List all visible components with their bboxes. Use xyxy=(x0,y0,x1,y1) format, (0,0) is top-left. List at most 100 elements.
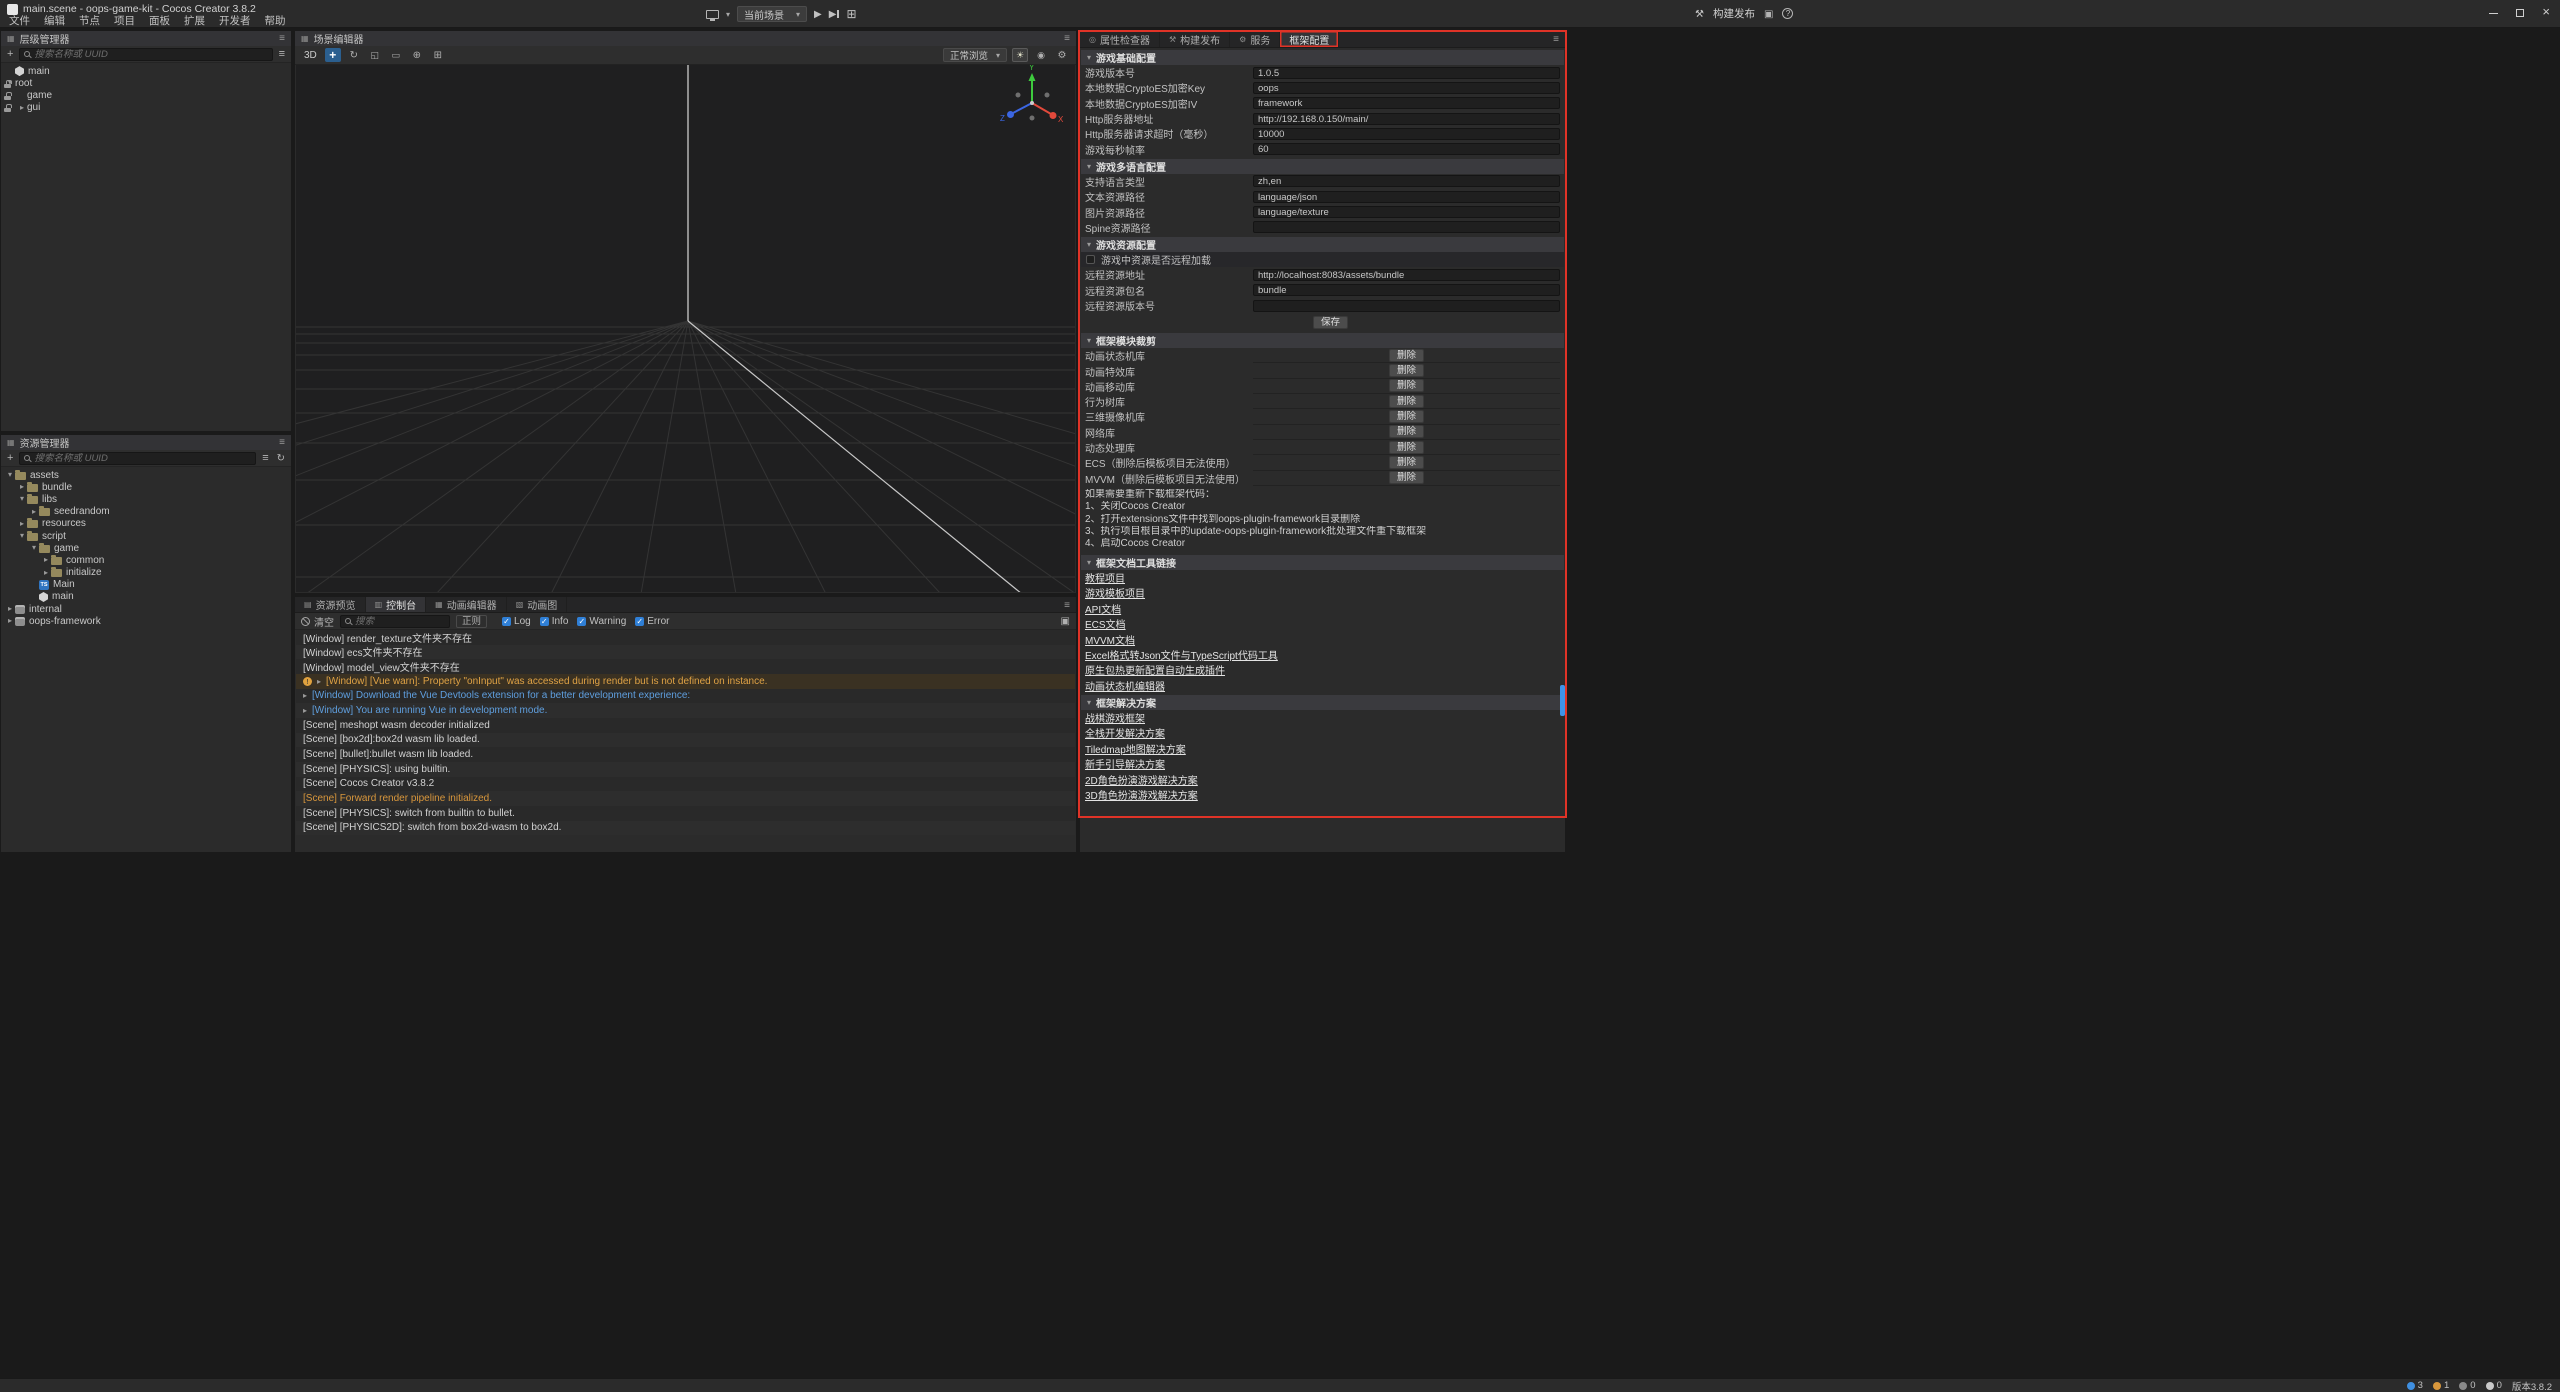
asset-node[interactable]: internal xyxy=(1,603,291,615)
save-button[interactable]: 保存 xyxy=(1313,316,1348,329)
log-row[interactable]: [Scene] Forward render pipeline initiali… xyxy=(296,791,1075,806)
checkbox-checked-icon[interactable] xyxy=(540,617,549,626)
chevron-down-icon[interactable]: ▾ xyxy=(726,10,730,19)
property-input[interactable]: zh,en xyxy=(1253,175,1560,187)
section-header-solutions[interactable]: 框架解决方案 xyxy=(1081,695,1564,710)
menu-item[interactable]: 文件 xyxy=(2,14,37,28)
lock-icon[interactable] xyxy=(4,92,11,100)
section-header-docs[interactable]: 框架文档工具链接 xyxy=(1081,555,1564,570)
log-filter[interactable]: Error xyxy=(635,616,669,627)
expand-arrow-icon[interactable] xyxy=(17,483,27,491)
inspector-tab[interactable]: ⚒ 构建发布 xyxy=(1160,31,1230,47)
close-button[interactable] xyxy=(2542,7,2550,19)
refresh-icon[interactable] xyxy=(275,453,287,464)
section-header-basic[interactable]: 游戏基础配置 xyxy=(1081,50,1564,65)
expand-arrow-icon[interactable] xyxy=(29,508,39,516)
log-row[interactable]: [Window] ecs文件夹不存在 xyxy=(296,645,1075,660)
log-row[interactable]: [Scene] [box2d]:box2d wasm lib loaded. xyxy=(296,733,1075,748)
delete-module-button[interactable]: 删除 xyxy=(1389,441,1424,454)
doc-link[interactable]: API文档 xyxy=(1085,601,1121,616)
doc-link[interactable]: MVVM文档 xyxy=(1085,632,1135,647)
section-header-resource[interactable]: 游戏资源配置 xyxy=(1081,237,1564,252)
property-input[interactable]: language/texture xyxy=(1253,206,1560,218)
doc-link[interactable]: 教程项目 xyxy=(1085,570,1125,585)
log-row[interactable]: [Window] Download the Vue Devtools exten… xyxy=(296,689,1075,704)
inspector-scrollbar[interactable] xyxy=(1560,685,1565,716)
log-expand-arrow-icon[interactable] xyxy=(317,677,321,686)
clear-console-button[interactable]: 清空 xyxy=(301,614,334,629)
menu-item[interactable]: 面板 xyxy=(142,14,177,28)
property-input[interactable]: http://192.168.0.150/main/ xyxy=(1253,113,1560,125)
log-row[interactable]: [Window] render_texture文件夹不存在 xyxy=(296,630,1075,645)
menu-item[interactable]: 编辑 xyxy=(37,14,72,28)
inspector-tab[interactable]: 框架配置 xyxy=(1280,31,1339,47)
lock-icon[interactable] xyxy=(4,104,11,112)
hierarchy-node[interactable]: game xyxy=(1,89,291,101)
log-row[interactable]: [Scene] meshopt wasm decoder initialized xyxy=(296,718,1075,733)
asset-node[interactable]: libs xyxy=(1,493,291,505)
scene-selector[interactable]: 当前场景 ▾ xyxy=(737,6,807,22)
property-input[interactable]: oops xyxy=(1253,82,1560,94)
menu-item[interactable]: 项目 xyxy=(107,14,142,28)
log-row[interactable]: [Scene] Cocos Creator v3.8.2 xyxy=(296,777,1075,792)
scale-tool-icon[interactable] xyxy=(367,48,383,62)
property-input[interactable]: 60 xyxy=(1253,143,1560,155)
scene-viewport[interactable]: Y X Z xyxy=(296,65,1075,592)
log-expand-arrow-icon[interactable] xyxy=(303,706,307,715)
console-options-icon[interactable] xyxy=(1061,615,1070,627)
delete-module-button[interactable]: 删除 xyxy=(1389,364,1424,377)
maximize-button[interactable] xyxy=(2516,9,2524,17)
panel-menu-icon[interactable] xyxy=(1064,33,1070,44)
message-count[interactable]: 3 xyxy=(2407,1380,2423,1391)
delete-module-button[interactable]: 删除 xyxy=(1389,349,1424,362)
log-filter[interactable]: Info xyxy=(540,616,569,627)
camera-settings-icon[interactable] xyxy=(1033,48,1049,62)
solution-link[interactable]: 全栈开发解决方案 xyxy=(1085,725,1165,740)
property-input[interactable]: bundle xyxy=(1253,284,1560,296)
delete-module-button[interactable]: 删除 xyxy=(1389,395,1424,408)
asset-node[interactable]: bundle xyxy=(1,481,291,493)
help-icon[interactable] xyxy=(1782,8,1793,19)
solution-link[interactable]: 战棋游戏框架 xyxy=(1085,710,1145,725)
solution-link[interactable]: 新手引导解决方案 xyxy=(1085,756,1165,771)
log-row[interactable]: [Scene] [PHYSICS]: using builtin. xyxy=(296,762,1075,777)
menu-item[interactable]: 开发者 xyxy=(212,14,258,28)
asset-node[interactable]: Main xyxy=(1,579,291,591)
hierarchy-node[interactable]: gui xyxy=(1,102,291,114)
property-input[interactable]: 1.0.5 xyxy=(1253,67,1560,79)
axis-gizmo[interactable]: Y X Z xyxy=(1000,65,1064,124)
section-header-modules[interactable]: 框架模块裁剪 xyxy=(1081,333,1564,348)
menu-item[interactable]: 扩展 xyxy=(177,14,212,28)
step-frame-button[interactable] xyxy=(829,9,840,20)
checkbox-unchecked-icon[interactable] xyxy=(1086,255,1095,264)
asset-node[interactable]: assets xyxy=(1,469,291,481)
expand-arrow-icon[interactable] xyxy=(41,556,51,564)
panel-menu-icon[interactable] xyxy=(1064,599,1070,611)
hierarchy-node[interactable]: root xyxy=(1,77,291,89)
delete-module-button[interactable]: 删除 xyxy=(1389,425,1424,438)
hierarchy-node[interactable]: main xyxy=(1,65,291,77)
property-input[interactable]: 10000 xyxy=(1253,128,1560,140)
solution-link[interactable]: 2D角色扮演游戏解决方案 xyxy=(1085,772,1198,787)
log-filter[interactable]: Log xyxy=(502,616,531,627)
filter-icon[interactable] xyxy=(277,49,287,60)
log-row[interactable]: [Window] model_view文件夹不存在 xyxy=(296,659,1075,674)
expand-arrow-icon[interactable] xyxy=(17,532,27,540)
expand-arrow-icon[interactable] xyxy=(41,569,51,577)
property-input[interactable] xyxy=(1253,300,1560,312)
menu-item[interactable]: 帮助 xyxy=(258,14,293,28)
preview-target-icon[interactable] xyxy=(706,10,719,19)
view-mode-selector[interactable]: 正常浏览 ▾ xyxy=(943,48,1007,62)
property-input[interactable]: framework xyxy=(1253,97,1560,109)
log-filter[interactable]: Warning xyxy=(577,616,626,627)
checkbox-checked-icon[interactable] xyxy=(577,617,586,626)
panel-menu-icon[interactable] xyxy=(279,437,285,448)
checkbox-checked-icon[interactable] xyxy=(502,617,511,626)
asset-node[interactable]: oops-framework xyxy=(1,615,291,627)
inspector-tab[interactable]: ⚙ 服务 xyxy=(1230,31,1280,47)
log-row[interactable]: [Window] [Vue warn]: Property "onInput" … xyxy=(296,674,1075,689)
create-asset-button[interactable] xyxy=(5,453,15,464)
delete-module-button[interactable]: 删除 xyxy=(1389,410,1424,423)
build-button[interactable]: 构建发布 xyxy=(1713,6,1755,21)
lock-icon[interactable] xyxy=(4,80,11,88)
